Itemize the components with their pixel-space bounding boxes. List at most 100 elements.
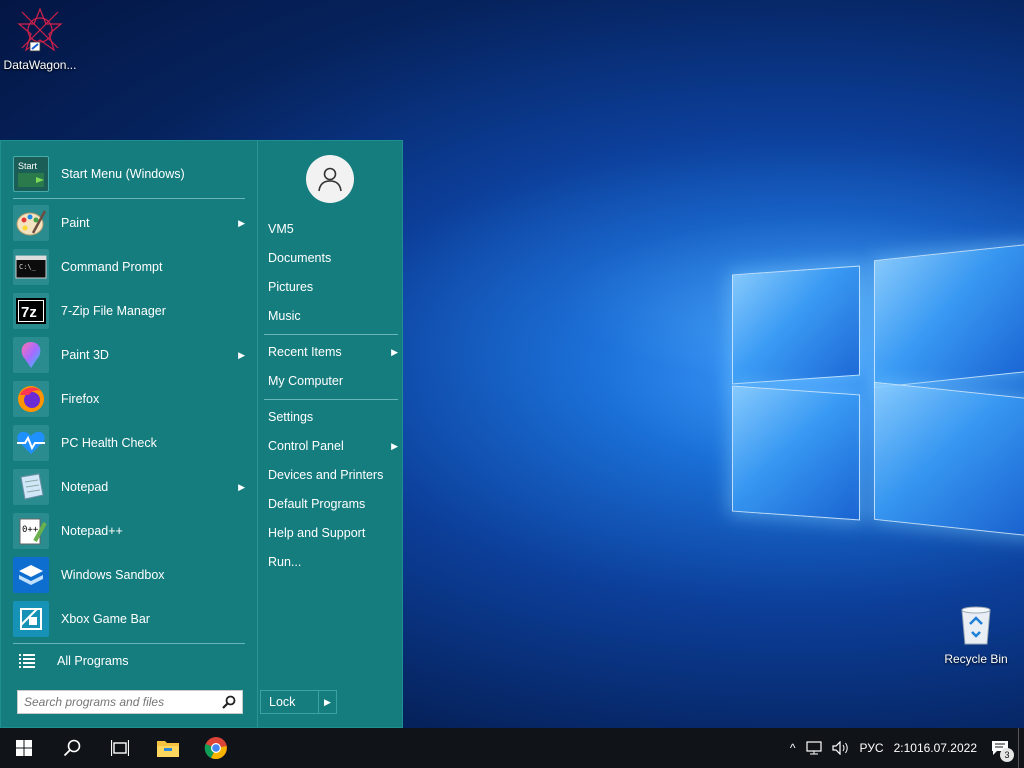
places-label: Settings	[268, 410, 314, 424]
paint-icon	[13, 205, 49, 241]
start-menu-places-column: VM5 Documents Pictures Music Recent Item…	[257, 141, 404, 727]
system-tray: ^ РУС 2:10 16.07.2022 3	[785, 728, 1024, 768]
all-programs-label: All Programs	[57, 654, 129, 668]
svg-text:Start: Start	[18, 161, 38, 171]
taskbar-search-button[interactable]	[48, 728, 96, 768]
places-item-user[interactable]: VM5	[268, 216, 398, 242]
action-center-button[interactable]: 3	[982, 728, 1018, 768]
program-item-paint-3d[interactable]: Paint 3D ▶	[13, 335, 245, 375]
program-item-windows-sandbox[interactable]: Windows Sandbox	[13, 555, 245, 595]
program-label: Command Prompt	[61, 260, 163, 274]
network-button[interactable]	[801, 728, 827, 768]
volume-button[interactable]	[827, 728, 855, 768]
program-item-notepad[interactable]: Notepad ▶	[13, 467, 245, 507]
list-icon	[13, 647, 41, 675]
windows-logo-icon	[16, 740, 32, 756]
start-menu-header-item[interactable]: Start Start Menu (Windows)	[13, 154, 245, 194]
search-box[interactable]	[17, 690, 243, 714]
taskbar-chrome[interactable]	[192, 728, 240, 768]
network-icon	[805, 741, 822, 755]
notepad-icon	[13, 469, 49, 505]
desktop-icon-recycle-bin[interactable]: Recycle Bin	[936, 600, 1016, 666]
wallpaper-windows-logo	[700, 230, 1024, 550]
places-item-help-support[interactable]: Help and Support	[268, 520, 398, 546]
program-item-paint[interactable]: Paint ▶	[13, 203, 245, 243]
program-item-xbox-game-bar[interactable]: Xbox Game Bar	[13, 599, 245, 639]
taskbar-file-explorer[interactable]	[144, 728, 192, 768]
svg-text:7z: 7z	[21, 304, 37, 321]
places-item-devices-printers[interactable]: Devices and Printers	[268, 462, 398, 488]
desktop-icon-datawagon[interactable]: DataWagon...	[0, 6, 80, 72]
places-item-default-programs[interactable]: Default Programs	[268, 491, 398, 517]
logo-pane-top-right	[874, 243, 1024, 389]
logo-pane-bottom-right	[874, 381, 1024, 537]
start-menu-app-icon: Start	[13, 156, 49, 192]
search-input[interactable]	[24, 695, 222, 709]
start-menu-header-label: Start Menu (Windows)	[61, 167, 185, 181]
program-label: Notepad	[61, 480, 109, 494]
program-label: Paint	[61, 216, 90, 230]
submenu-arrow-icon: ▶	[238, 481, 245, 492]
user-avatar[interactable]	[306, 155, 354, 203]
datawagon-icon	[16, 6, 64, 54]
search-icon	[222, 695, 236, 709]
search-icon	[63, 739, 81, 757]
desktop-icon-label: Recycle Bin	[944, 652, 1008, 666]
clock[interactable]: 2:10 16.07.2022	[889, 728, 982, 768]
taskbar: ^ РУС 2:10 16.07.2022 3	[0, 728, 1024, 768]
places-label: VM5	[268, 222, 294, 236]
chevron-up-icon: ^	[789, 741, 796, 755]
places-label: Run...	[268, 555, 302, 569]
chrome-icon	[204, 737, 227, 760]
divider	[264, 399, 398, 400]
places-item-documents[interactable]: Documents	[268, 245, 398, 271]
places-item-pictures[interactable]: Pictures	[268, 274, 398, 300]
start-menu: Start Start Menu (Windows) Paint ▶ C:\_ …	[0, 140, 403, 728]
user-icon	[318, 167, 342, 192]
places-item-run[interactable]: Run...	[268, 549, 398, 575]
places-label: Default Programs	[268, 497, 366, 511]
show-desktop-button[interactable]	[1018, 728, 1024, 768]
places-item-settings[interactable]: Settings	[268, 404, 398, 430]
lock-button[interactable]: Lock ▶	[260, 690, 337, 714]
power-options-arrow-icon[interactable]: ▶	[319, 697, 336, 708]
notepad-plus-plus-icon: 0++	[13, 513, 49, 549]
language-label: РУС	[859, 741, 884, 755]
pc-health-check-icon	[13, 425, 49, 461]
command-prompt-icon: C:\_	[13, 249, 49, 285]
task-view-button[interactable]	[96, 728, 144, 768]
show-hidden-icons-button[interactable]: ^	[785, 728, 801, 768]
places-item-recent-items[interactable]: Recent Items ▶	[268, 339, 398, 365]
submenu-arrow-icon: ▶	[391, 440, 398, 451]
places-label: Music	[268, 309, 301, 323]
notification-count-badge: 3	[1000, 748, 1014, 762]
places-label: My Computer	[268, 374, 344, 388]
clock-time: 2:10	[893, 741, 917, 755]
divider	[13, 643, 245, 644]
program-item-firefox[interactable]: Firefox	[13, 379, 245, 419]
places-item-my-computer[interactable]: My Computer	[268, 368, 398, 394]
places-item-control-panel[interactable]: Control Panel ▶	[268, 433, 398, 459]
start-button[interactable]	[0, 728, 48, 768]
submenu-arrow-icon: ▶	[391, 346, 398, 357]
program-label: Paint 3D	[61, 348, 109, 362]
paint-3d-icon	[13, 337, 49, 373]
lock-label: Lock	[261, 691, 319, 713]
svg-text:C:\_: C:\_	[19, 263, 37, 271]
start-menu-programs-column: Start Start Menu (Windows) Paint ▶ C:\_ …	[1, 141, 257, 727]
all-programs-button[interactable]: All Programs	[13, 646, 245, 676]
program-label: PC Health Check	[61, 436, 157, 450]
input-language-indicator[interactable]: РУС	[855, 728, 889, 768]
program-label: Xbox Game Bar	[61, 612, 150, 626]
program-item-pc-health-check[interactable]: PC Health Check	[13, 423, 245, 463]
submenu-arrow-icon: ▶	[238, 349, 245, 360]
places-item-music[interactable]: Music	[268, 303, 398, 329]
program-label: Firefox	[61, 392, 100, 406]
xbox-game-bar-icon	[13, 601, 49, 637]
program-item-7zip[interactable]: 7z 7-Zip File Manager	[13, 291, 245, 331]
program-item-command-prompt[interactable]: C:\_ Command Prompt	[13, 247, 245, 287]
logo-pane-top-left	[732, 265, 860, 385]
clock-date: 16.07.2022	[916, 741, 977, 755]
program-label: 7-Zip File Manager	[61, 304, 166, 318]
program-item-notepad-plus-plus[interactable]: 0++ Notepad++	[13, 511, 245, 551]
